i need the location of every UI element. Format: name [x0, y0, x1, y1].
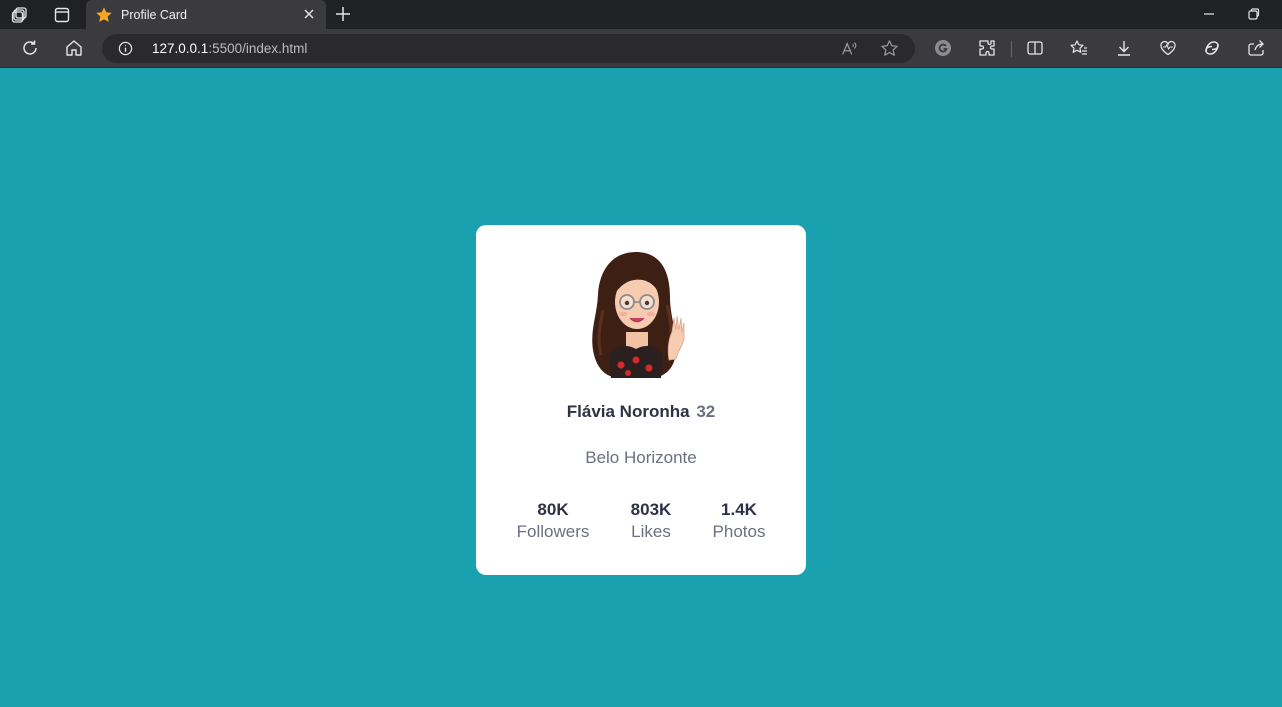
browser-tab-strip: Profile Card	[0, 0, 1282, 29]
tab-actions-icon[interactable]	[42, 0, 82, 29]
stat-photos: 1.4K Photos	[695, 499, 783, 543]
url-path: :5500/index.html	[208, 41, 308, 56]
grammarly-extension-icon[interactable]	[933, 38, 953, 58]
profile-name: Flávia Noronha	[566, 402, 690, 421]
new-tab-icon[interactable]	[333, 4, 353, 24]
stat-likes: 803K Likes	[607, 499, 695, 543]
close-tab-icon[interactable]	[301, 6, 317, 22]
toolbar-divider	[1011, 41, 1012, 57]
star-favicon-icon	[96, 6, 112, 22]
favorites-icon[interactable]	[1069, 38, 1089, 58]
copilot-icon[interactable]	[1202, 38, 1222, 58]
browser-toolbar: 127.0.0.1:5500/index.html	[0, 29, 1282, 68]
add-favorite-icon[interactable]	[880, 39, 899, 58]
stat-label: Likes	[631, 522, 671, 541]
stat-label: Followers	[516, 522, 590, 541]
url-text: 127.0.0.1:5500/index.html	[152, 41, 307, 56]
minimize-icon[interactable]	[1201, 6, 1217, 22]
split-screen-icon[interactable]	[1025, 38, 1045, 58]
stat-value: 803K	[630, 500, 672, 519]
workspaces-icon[interactable]	[0, 0, 40, 29]
site-info-icon[interactable]	[118, 41, 133, 56]
share-icon[interactable]	[1246, 38, 1266, 58]
profile-name-line: Flávia Noronha 32	[476, 402, 806, 422]
avatar	[592, 252, 685, 378]
stat-value: 80K	[537, 500, 569, 519]
profile-card: Flávia Noronha 32 Belo Horizonte 80K Fol…	[476, 225, 806, 575]
profile-city: Belo Horizonte	[585, 448, 697, 467]
home-icon[interactable]	[64, 38, 84, 58]
stat-followers: 80K Followers	[509, 499, 597, 543]
stat-value: 1.4K	[721, 500, 757, 519]
refresh-icon[interactable]	[20, 38, 40, 58]
profile-stats: 80K Followers 803K Likes 1.4K Photos	[504, 499, 778, 549]
browser-essentials-icon[interactable]	[1158, 38, 1178, 58]
extensions-icon[interactable]	[977, 38, 997, 58]
read-aloud-icon[interactable]	[840, 40, 858, 58]
restore-icon[interactable]	[1246, 6, 1262, 22]
stat-label: Photos	[712, 522, 766, 541]
address-bar[interactable]: 127.0.0.1:5500/index.html	[102, 34, 915, 63]
tab-title: Profile Card	[121, 7, 187, 22]
url-host: 127.0.0.1	[152, 41, 209, 56]
profile-age: 32	[696, 402, 716, 421]
tab-profile-card[interactable]: Profile Card	[86, 0, 326, 29]
downloads-icon[interactable]	[1114, 38, 1134, 58]
